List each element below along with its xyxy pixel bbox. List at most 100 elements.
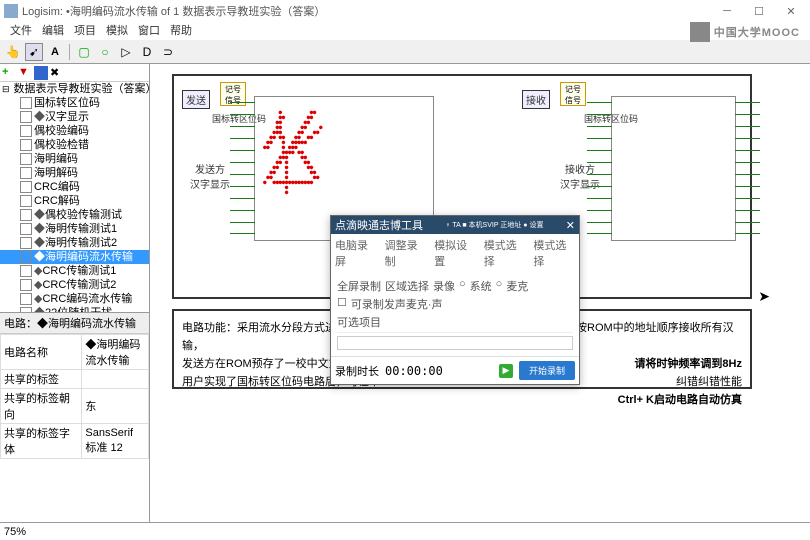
- df-2[interactable]: 录像: [433, 278, 455, 294]
- input-pin-tool[interactable]: ▢: [75, 43, 93, 61]
- tree-item[interactable]: 汉字显示: [0, 110, 149, 124]
- circuit-icon: [20, 125, 32, 137]
- circuit-icon: [20, 111, 32, 123]
- cursor-icon: ➤: [758, 288, 770, 305]
- toolbar: 👆 ➹ A ▢ ○ ▷ D ⊃: [0, 40, 810, 64]
- timer-label: 录制时长: [335, 363, 379, 379]
- screen-record-dialog[interactable]: 点滴映通志博工具 ♀ TA ■ 本机SVIP 正地址 ● 设置 ✕ 电脑录屏 调…: [330, 215, 580, 385]
- props-header: 电路：◆海明编码流水传输: [0, 313, 149, 334]
- chk-1[interactable]: 可录制发声麦克·声: [351, 296, 443, 312]
- select-tool[interactable]: ➹: [25, 43, 43, 61]
- sender-label: 发送方 汉字显示: [190, 161, 230, 191]
- prop-val[interactable]: 东: [82, 389, 149, 424]
- receiver-matrix: [611, 96, 736, 241]
- menu-help[interactable]: 帮助: [166, 22, 196, 40]
- record-indicator-icon[interactable]: ▶: [499, 364, 513, 378]
- send-button[interactable]: 发送: [182, 90, 210, 109]
- df-1[interactable]: 区域选择: [385, 278, 429, 294]
- dtab-0[interactable]: 电脑录屏: [335, 237, 377, 269]
- and-gate-tool[interactable]: D: [138, 43, 156, 61]
- circuit-icon: [20, 223, 32, 235]
- text-tool[interactable]: A: [46, 43, 64, 61]
- menu-file[interactable]: 文件: [6, 22, 36, 40]
- minimize-button[interactable]: ─: [712, 1, 742, 21]
- dialog-close-icon[interactable]: ✕: [566, 219, 575, 232]
- zoom-level: 75%: [4, 526, 26, 538]
- prop-val[interactable]: ◆海明编码流水传输: [82, 335, 149, 370]
- close-button[interactable]: ✕: [776, 1, 806, 21]
- dtab-2[interactable]: 模拟设置: [434, 237, 476, 269]
- opts-lbl: 可选项目: [337, 314, 381, 330]
- edit-layout-icon[interactable]: [34, 66, 48, 80]
- tree-root[interactable]: ⊟ 数据表示导教班实验（答案） *: [0, 82, 149, 96]
- props-table[interactable]: 电路名称◆海明编码流水传输共享的标签共享的标签朝向东共享的标签字体SansSer…: [0, 334, 149, 459]
- dialog-title: 点滴映通志博工具: [335, 217, 423, 233]
- prop-key: 电路名称: [1, 335, 82, 370]
- path-input[interactable]: [337, 336, 573, 350]
- menu-window[interactable]: 窗口: [134, 22, 164, 40]
- menu-simulate[interactable]: 模拟: [102, 22, 132, 40]
- output-pin-tool[interactable]: ○: [96, 43, 114, 61]
- app-icon: [4, 4, 18, 18]
- circuit-icon: [20, 209, 32, 221]
- not-gate-tool[interactable]: ▷: [117, 43, 135, 61]
- watermark: 中国大学MOOC: [690, 22, 800, 42]
- start-record-button[interactable]: 开始录制: [519, 361, 575, 380]
- project-tree[interactable]: ⊟ 数据表示导教班实验（答案） * 国标转区位码汉字显示偶校验编码偶校验检错海明…: [0, 82, 149, 312]
- df-3[interactable]: 系统: [470, 278, 492, 294]
- tree-item[interactable]: 海明编码流水传输: [0, 250, 149, 264]
- tree-item[interactable]: 偶校验编码: [0, 124, 149, 138]
- properties-panel: 电路：◆海明编码流水传输 电路名称◆海明编码流水传输共享的标签共享的标签朝向东共…: [0, 312, 149, 522]
- menu-project[interactable]: 项目: [70, 22, 100, 40]
- delete-icon[interactable]: ✖: [50, 66, 64, 80]
- tree-item[interactable]: 海明解码: [0, 166, 149, 180]
- circuit-icon: [20, 167, 32, 179]
- or-gate-tool[interactable]: ⊃: [159, 43, 177, 61]
- dtab-3[interactable]: 模式选择: [484, 237, 526, 269]
- mooc-logo-icon: [690, 22, 710, 42]
- signal-box-recv: 记号 信号: [560, 82, 586, 106]
- tree-item[interactable]: CRC传输测试2: [0, 278, 149, 292]
- tree-item[interactable]: CRC解码: [0, 194, 149, 208]
- prop-val[interactable]: SansSerif 标准 12: [82, 424, 149, 459]
- circuit-icon: [20, 195, 32, 207]
- tree-item[interactable]: 国标转区位码: [0, 96, 149, 110]
- prop-val[interactable]: [82, 370, 149, 389]
- circuit-icon: [20, 181, 32, 193]
- dtab-1[interactable]: 调整录制: [385, 237, 427, 269]
- palette-bar: + ▼ ✖: [0, 64, 149, 82]
- tree-item[interactable]: 海明传输测试2: [0, 236, 149, 250]
- circuit-icon: [20, 293, 32, 305]
- menu-bar: 文件 编辑 项目 模拟 窗口 帮助: [0, 22, 810, 40]
- move-down-icon[interactable]: ▼: [18, 66, 32, 80]
- prop-key: 共享的标签: [1, 370, 82, 389]
- tree-item[interactable]: CRC传输测试1: [0, 264, 149, 278]
- df-0[interactable]: 全屏录制: [337, 278, 381, 294]
- hanzi-hua-display: ● ●● ●● ●● ●● ●● ●● ●● ● ●●● ●● ●● ●● ●●…: [263, 105, 425, 232]
- tree-item[interactable]: 偶校验传输测试: [0, 208, 149, 222]
- circuit-icon: [20, 251, 32, 263]
- tree-item[interactable]: CRC编码: [0, 180, 149, 194]
- circuit-icon: [20, 265, 32, 277]
- tree-item[interactable]: 海明编码: [0, 152, 149, 166]
- maximize-button[interactable]: ☐: [744, 1, 774, 21]
- circuit-icon: [20, 97, 32, 109]
- dialog-title-right: ♀ TA ■ 本机SVIP 正地址 ● 设置: [445, 220, 543, 230]
- matrix-wires-recv-left: [587, 97, 612, 240]
- poke-tool[interactable]: 👆: [4, 43, 22, 61]
- matrix-wires-recv-right: [735, 97, 760, 240]
- prop-key: 共享的标签朝向: [1, 389, 82, 424]
- circuit-icon: [20, 153, 32, 165]
- recv-button[interactable]: 接收: [522, 90, 550, 109]
- df-4[interactable]: 麦克: [506, 278, 528, 294]
- add-circuit-icon[interactable]: +: [2, 66, 16, 80]
- tree-item[interactable]: 偶校验检错: [0, 138, 149, 152]
- tree-item[interactable]: CRC编码流水传输: [0, 292, 149, 306]
- expand-icon[interactable]: ⊟: [2, 83, 10, 95]
- tree-item[interactable]: 海明传输测试1: [0, 222, 149, 236]
- matrix-wires-left: [230, 97, 255, 240]
- window-title: Logisim: •海明编码流水传输 of 1 数据表示导教班实验（答案）: [22, 3, 712, 19]
- dtab-4[interactable]: 模式选择: [533, 237, 575, 269]
- menu-edit[interactable]: 编辑: [38, 22, 68, 40]
- circuit-icon: [20, 237, 32, 249]
